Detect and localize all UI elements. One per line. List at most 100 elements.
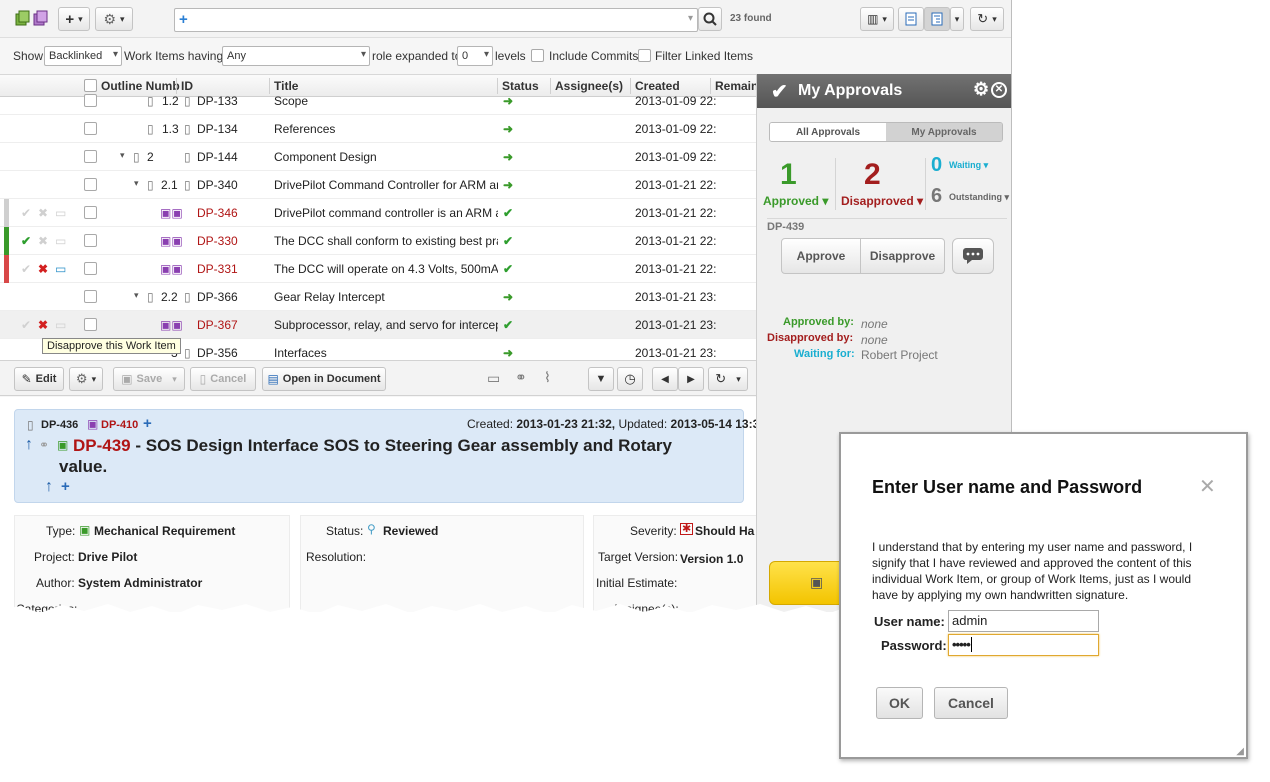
tab-all-approvals[interactable]: All Approvals: [770, 123, 886, 141]
row-title: DrivePilot command controller is an ARM …: [274, 206, 498, 220]
comment-button[interactable]: [952, 238, 994, 274]
status-value: Reviewed: [383, 524, 439, 538]
previous-button[interactable]: ◀: [652, 367, 678, 391]
row-checkbox[interactable]: [84, 206, 97, 219]
row-id[interactable]: DP-356: [197, 346, 238, 360]
include-commits-checkbox[interactable]: [531, 49, 544, 62]
disapprove-action-icon[interactable]: ✖: [38, 206, 48, 220]
table-row[interactable]: ▾ ▯ 2 ▯ DP-144 Component Design ➜ 2013-0…: [0, 143, 756, 171]
password-field[interactable]: •••••: [948, 634, 1099, 656]
row-id[interactable]: DP-330: [197, 234, 238, 248]
refresh-button[interactable]: ↻ ▾: [708, 367, 748, 391]
role-select[interactable]: Any: [222, 46, 370, 66]
username-field[interactable]: admin: [948, 610, 1099, 632]
document-view-button[interactable]: [898, 7, 924, 31]
row-id[interactable]: DP-366: [197, 290, 238, 304]
ok-button[interactable]: OK: [876, 687, 923, 719]
gear-icon[interactable]: ⚙: [973, 79, 989, 100]
linked-id[interactable]: DP-410: [101, 419, 138, 431]
approve-action-icon[interactable]: ✔: [21, 318, 31, 332]
table-row[interactable]: ✔ ✖ ▭ ▣▣ DP-367 Subprocessor, relay, and…: [0, 311, 756, 339]
table-row[interactable]: ▯ 1.2 ▯ DP-133 Scope ➜ 2013-01-09 22:: [0, 87, 756, 115]
save-button[interactable]: ▣ Save ▾: [113, 367, 185, 391]
chevron-down-icon[interactable]: ▾: [688, 13, 693, 24]
table-row[interactable]: ✔ ✖ ▭ ▣▣ DP-330 The DCC shall conform to…: [0, 227, 756, 255]
approve-action-icon[interactable]: ✔: [21, 262, 31, 276]
table-row[interactable]: ▯ 1.3 ▯ DP-134 References ➜ 2013-01-09 2…: [0, 115, 756, 143]
link-icon[interactable]: ⚭: [515, 369, 527, 386]
table-row[interactable]: ▾ ▯ 2.1 ▯ DP-340 DrivePilot Command Cont…: [0, 171, 756, 199]
row-checkbox[interactable]: [84, 318, 97, 331]
row-id[interactable]: DP-340: [197, 178, 238, 192]
plus-icon[interactable]: +: [61, 478, 70, 495]
filter-button[interactable]: ▼: [588, 367, 614, 391]
row-checkbox[interactable]: [84, 290, 97, 303]
table-row[interactable]: ✔ ✖ ▭ ▣▣ DP-346 DrivePilot command contr…: [0, 199, 756, 227]
table-row[interactable]: ✔ ✖ ▭ ▣▣ DP-331 The DCC will operate on …: [0, 255, 756, 283]
search-input[interactable]: + ▾: [174, 8, 698, 32]
close-icon[interactable]: ✕: [1199, 474, 1216, 499]
levels-select[interactable]: 0: [457, 46, 493, 66]
plus-icon[interactable]: +: [143, 415, 152, 432]
tree-view-button[interactable]: [924, 7, 950, 31]
edit-button[interactable]: ✎ Edit: [14, 367, 64, 391]
row-checkbox[interactable]: [84, 262, 97, 275]
approve-action-icon[interactable]: ✔: [21, 206, 31, 220]
approve-button[interactable]: Approve: [781, 238, 861, 274]
row-id[interactable]: DP-331: [197, 262, 238, 276]
search-button[interactable]: [698, 7, 722, 31]
filter-linked-checkbox[interactable]: [638, 49, 651, 62]
comment-icon[interactable]: ▭: [55, 234, 66, 248]
next-button[interactable]: ▶: [678, 367, 704, 391]
waiting-filter[interactable]: Waiting ▾: [949, 160, 988, 171]
row-checkbox[interactable]: [84, 94, 97, 107]
close-icon[interactable]: ✕: [991, 82, 1007, 98]
show-select[interactable]: Backlinked: [44, 46, 122, 66]
cancel-button[interactable]: ▯ Cancel: [190, 367, 256, 391]
row-id[interactable]: DP-144: [197, 150, 238, 164]
expand-toggle-icon[interactable]: ▾: [120, 150, 125, 161]
expand-toggle-icon[interactable]: ▾: [134, 178, 139, 189]
view-menu-button[interactable]: ▾: [950, 7, 964, 31]
disapprove-button[interactable]: Disapprove: [860, 238, 945, 274]
disapprove-action-icon[interactable]: ✖: [38, 262, 48, 276]
disapprove-action-icon[interactable]: ✖: [38, 318, 48, 332]
workitems-icon[interactable]: [14, 10, 48, 31]
parent-id[interactable]: DP-436: [41, 419, 78, 431]
row-id[interactable]: DP-134: [197, 122, 238, 136]
refresh-button[interactable]: ↻ ▾: [970, 7, 1004, 31]
disapproved-filter[interactable]: Disapproved ▾: [841, 194, 923, 208]
row-id[interactable]: DP-346: [197, 206, 238, 220]
settings-button[interactable]: ⚙ ▾: [95, 7, 133, 31]
table-row[interactable]: ▾ ▯ 2.2 ▯ DP-366 Gear Relay Intercept ➜ …: [0, 283, 756, 311]
status-label: Status:: [326, 524, 364, 538]
tab-my-approvals[interactable]: My Approvals: [886, 123, 1002, 141]
comment-icon[interactable]: ▭: [55, 262, 66, 276]
comment-icon[interactable]: ▭: [487, 370, 500, 387]
comment-icon[interactable]: ▭: [55, 318, 66, 332]
actions-button[interactable]: ⚙ ▾: [69, 367, 103, 391]
floppy-icon: ▣: [121, 372, 133, 386]
comment-icon[interactable]: ▭: [55, 206, 66, 220]
open-in-document-button[interactable]: ▤ Open in Document: [262, 367, 386, 391]
attachment-icon[interactable]: ⌇: [544, 369, 551, 386]
resize-grip-icon[interactable]: ◢: [1236, 746, 1244, 757]
outstanding-filter[interactable]: Outstanding ▾: [949, 192, 1009, 203]
expand-toggle-icon[interactable]: ▾: [134, 290, 139, 301]
row-checkbox[interactable]: [84, 234, 97, 247]
row-checkbox[interactable]: [84, 178, 97, 191]
row-checkbox[interactable]: [84, 122, 97, 135]
row-id[interactable]: DP-367: [197, 318, 238, 332]
credentials-dialog: Enter User name and Password ✕ I underst…: [839, 432, 1248, 759]
layout-button[interactable]: ▥ ▾: [860, 7, 894, 31]
disapprove-action-icon[interactable]: ✖: [38, 234, 48, 248]
cancel-button[interactable]: Cancel: [934, 687, 1008, 719]
approve-action-icon[interactable]: ✔: [21, 234, 31, 248]
row-id[interactable]: DP-133: [197, 94, 238, 108]
history-button[interactable]: ◷: [617, 367, 643, 391]
create-button[interactable]: + ▾: [58, 7, 90, 31]
up-arrow-icon[interactable]: ↑: [45, 478, 53, 496]
up-arrow-icon[interactable]: ↑: [25, 436, 33, 454]
row-checkbox[interactable]: [84, 150, 97, 163]
approved-filter[interactable]: Approved ▾: [763, 194, 828, 208]
